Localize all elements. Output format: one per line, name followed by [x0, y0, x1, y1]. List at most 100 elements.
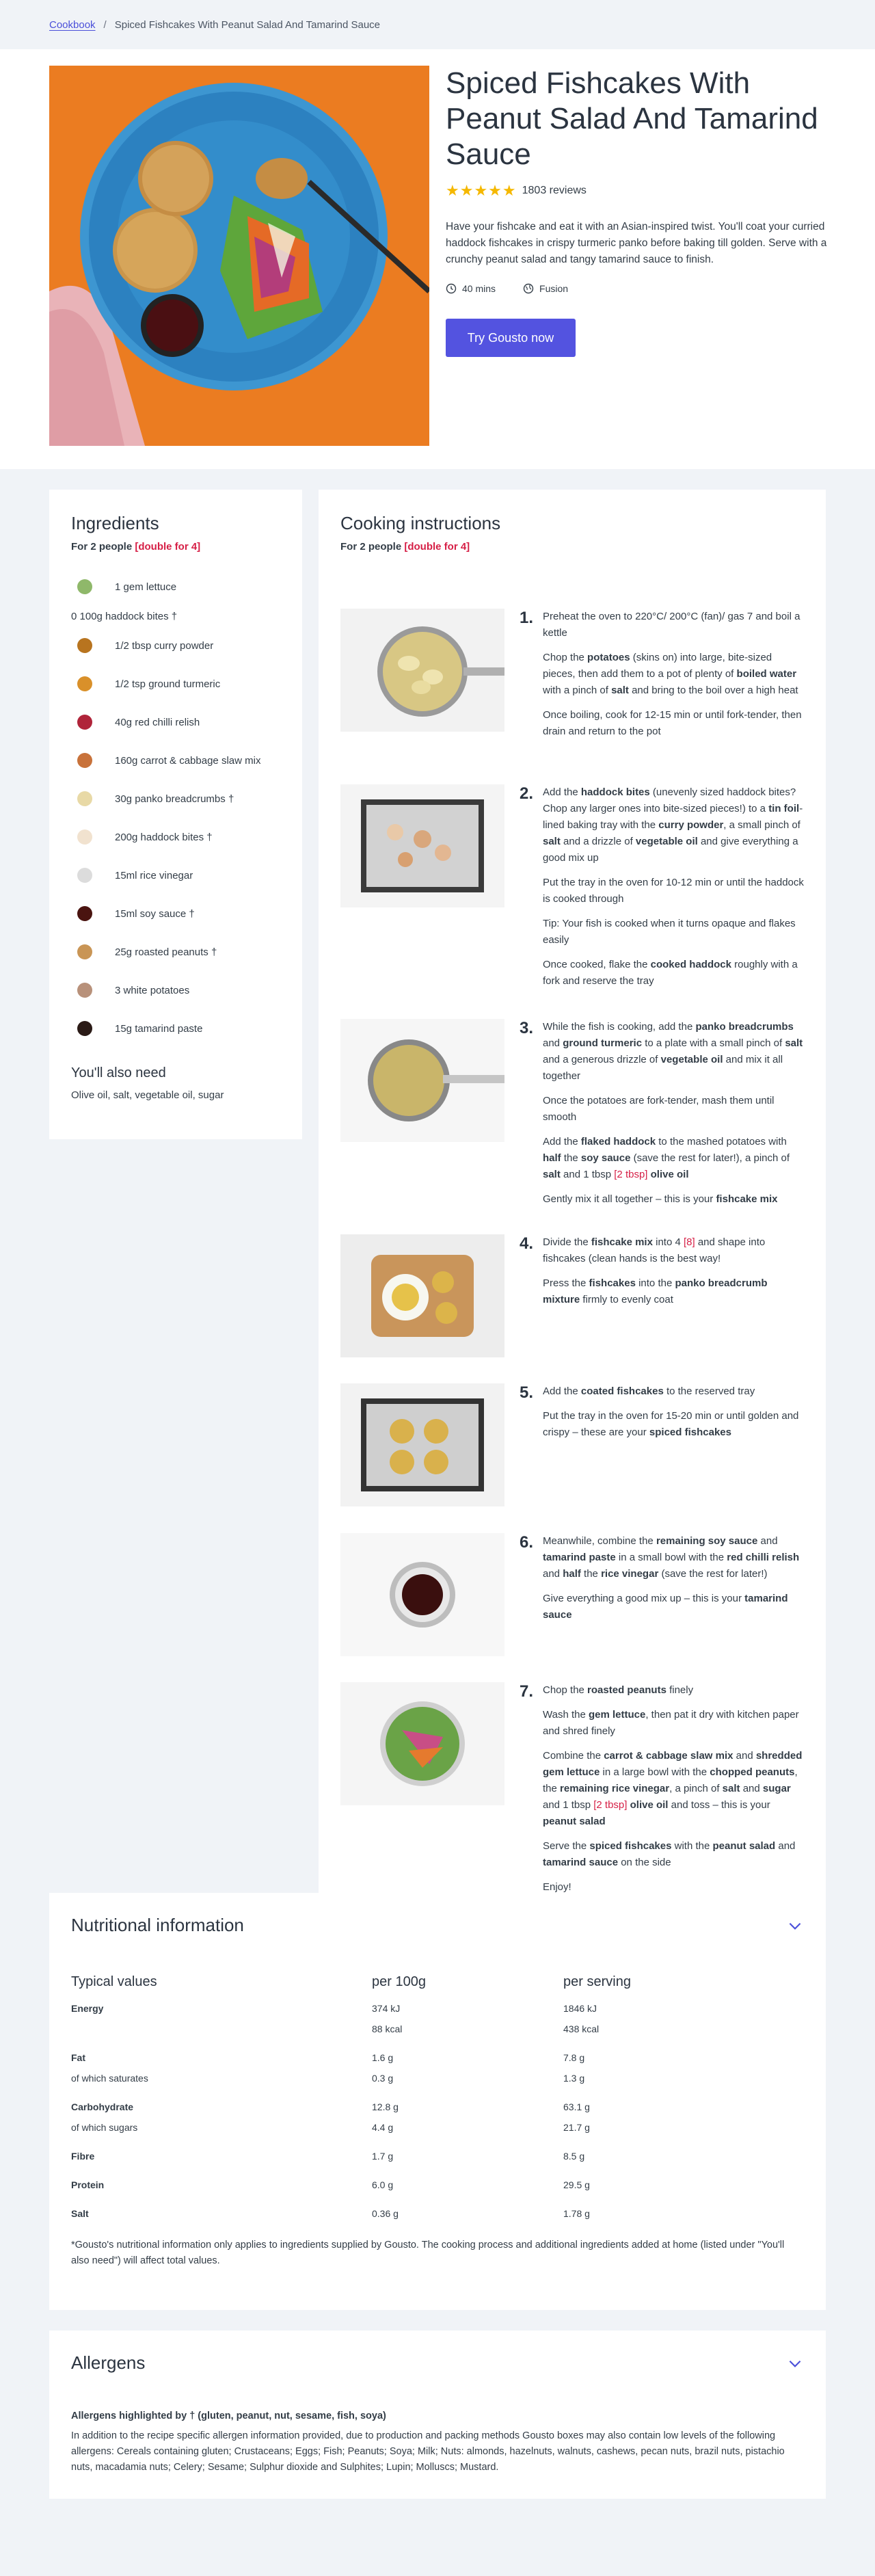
step-paragraph: Combine the carrot & cabbage slaw mix an…	[543, 1750, 803, 1827]
step-paragraph: Give everything a good mix up – this is …	[543, 1593, 788, 1621]
step-number: 2.	[520, 784, 534, 803]
allergens-header[interactable]: Allergens	[71, 2352, 804, 2374]
instructions-title: Cooking instructions	[340, 513, 501, 533]
ingredient-item: 30g panko breadcrumbs †	[71, 780, 280, 818]
cuisine-value: Fusion	[539, 283, 569, 294]
breadcrumb: Cookbook / Spiced Fishcakes With Peanut …	[0, 0, 875, 49]
try-gousto-button[interactable]: Try Gousto now	[446, 319, 576, 357]
fishcakes-tray-image	[340, 1383, 504, 1506]
nutrition-panel: Nutritional information Typical values p…	[49, 1893, 826, 2310]
recipe-hero: Spiced Fishcakes With Peanut Salad And T…	[0, 49, 875, 469]
nutrient-per-serving: 8.5 g	[563, 2151, 585, 2162]
breadcrumb-separator: /	[103, 18, 107, 31]
lettuce-icon	[71, 573, 98, 600]
ingredient-item: 1/2 tbsp curry powder	[71, 626, 280, 665]
nutrient-per-serving: 1.3 g	[563, 2073, 585, 2084]
nutrition-row: Protein 6.0 g 29.5 g	[71, 2175, 804, 2195]
col-per-100g: per 100g	[372, 1974, 426, 1989]
step-number: 1.	[520, 609, 534, 627]
step-text: Add the coated fishcakes to the reserved…	[543, 1383, 804, 1449]
allergens-panel: Allergens Allergens highlighted by † (gl…	[49, 2331, 826, 2499]
step-text: Divide the fishcake mix into 4 [8] and s…	[543, 1234, 804, 1316]
globe-icon	[523, 283, 534, 294]
recipe-meta: 40 mins Fusion	[446, 283, 829, 294]
nutrition-row: Fat 1.6 g 7.8 g	[71, 2047, 804, 2068]
step-number: 6.	[520, 1533, 534, 1552]
allergens-title: Allergens	[71, 2352, 146, 2373]
nutrition-row: of which saturates 0.3 g 1.3 g	[71, 2068, 804, 2088]
nutrition-row: Energy 374 kJ 1846 kJ	[71, 1998, 804, 2019]
nutrient-per-100g: 6.0 g	[372, 2179, 394, 2190]
step-paragraph: Once the potatoes are fork-tender, mash …	[543, 1095, 775, 1123]
allergens-highlight: Allergens highlighted by † (gluten, pean…	[71, 2411, 386, 2421]
nutrition-table: Typical values per 100g per serving Ener…	[71, 1974, 804, 2224]
ingredient-label: 25g roasted peanuts †	[115, 946, 217, 958]
nutrient-name: Protein	[71, 2179, 105, 2190]
servings-label: For 2 people	[340, 541, 402, 553]
soy-icon	[71, 900, 98, 927]
ingredient-label: 40g red chilli relish	[115, 716, 200, 728]
ingredient-label: 1/2 tsp ground turmeric	[115, 678, 221, 690]
ingredient-label: 0 100g haddock bites †	[71, 610, 178, 622]
col-per-serving: per serving	[563, 1974, 631, 1989]
breadcrumb-cookbook-link[interactable]: Cookbook	[49, 19, 96, 31]
recipe-rating[interactable]: ★★★★★ 1803 reviews	[446, 182, 829, 200]
instructions-servings: For 2 people [double for 4]	[340, 541, 804, 553]
nutrient-per-serving: 1.78 g	[563, 2208, 590, 2219]
step-paragraph: Add the flaked haddock to the mashed pot…	[543, 1136, 790, 1180]
ingredient-label: 160g carrot & cabbage slaw mix	[115, 754, 261, 767]
nutrient-per-100g: 0.3 g	[372, 2073, 394, 2084]
step-paragraph: Meanwhile, combine the remaining soy sau…	[543, 1535, 800, 1580]
chevron-down-icon[interactable]	[786, 2354, 804, 2372]
nutrient-per-100g: 374 kJ	[372, 2003, 401, 2014]
step-text: Add the haddock bites (unevenly sized ha…	[543, 784, 804, 998]
ingredients-title: Ingredients	[71, 513, 159, 533]
recipe-main: Ingredients For 2 people [double for 4] …	[0, 469, 875, 1902]
chevron-down-icon[interactable]	[786, 1917, 804, 1935]
ingredient-label: 15ml rice vinegar	[115, 869, 193, 881]
slaw-icon	[71, 747, 98, 774]
ingredient-item: 15ml soy sauce †	[71, 894, 280, 933]
nutrient-per-serving: 29.5 g	[563, 2179, 590, 2190]
nutrition-row: Fibre 1.7 g 8.5 g	[71, 2146, 804, 2166]
ingredient-label: 1/2 tbsp curry powder	[115, 639, 214, 652]
double-portion-link[interactable]: [double for 4]	[135, 541, 200, 553]
nutrition-row: 88 kcal 438 kcal	[71, 2019, 804, 2039]
step-paragraph: Preheat the oven to 220°C/ 200°C (fan)/ …	[543, 611, 800, 639]
step-paragraph: Wash the gem lettuce, then pat it dry wi…	[543, 1709, 799, 1737]
nutrient-per-100g: 88 kcal	[372, 2023, 403, 2034]
step-paragraph: Once cooked, flake the cooked haddock ro…	[543, 959, 798, 987]
step-paragraph: Press the fishcakes into the panko bread…	[543, 1277, 768, 1305]
ingredient-label: 200g haddock bites †	[115, 831, 213, 843]
ingredient-label: 1 gem lettuce	[115, 581, 177, 593]
double-portion-link[interactable]: [double for 4]	[404, 541, 470, 553]
ingredient-item: 1/2 tsp ground turmeric	[71, 665, 280, 703]
ingredient-item: 0 100g haddock bites †	[71, 606, 280, 626]
nutrient-per-serving: 21.7 g	[563, 2122, 590, 2133]
nutrient-per-100g: 1.7 g	[372, 2151, 394, 2162]
servings-label: For 2 people	[71, 541, 133, 553]
allergens-text: In addition to the recipe specific aller…	[71, 2430, 785, 2473]
step-number: 7.	[520, 1682, 534, 1701]
ingredient-item: 1 gem lettuce	[71, 568, 280, 606]
cook-time-value: 40 mins	[462, 283, 496, 294]
ingredient-label: 15g tamarind paste	[115, 1022, 203, 1035]
peanut-icon	[71, 938, 98, 966]
step-paragraph: Divide the fishcake mix into 4 [8] and s…	[543, 1236, 766, 1264]
step-paragraph: Once boiling, cook for 12-15 min or unti…	[543, 709, 802, 737]
rating-stars-icon: ★★★★★	[446, 182, 517, 199]
nutrition-title: Nutritional information	[71, 1915, 244, 1935]
nutrient-per-100g: 0.36 g	[372, 2208, 399, 2219]
potato-icon	[71, 977, 98, 1004]
shaping-fishcakes-image	[340, 1234, 504, 1357]
nutrition-header[interactable]: Nutritional information	[71, 1915, 804, 1936]
spice-icon	[71, 632, 98, 659]
step-paragraph: Chop the potatoes (skins on) into large,…	[543, 652, 798, 696]
nutrient-name: Energy	[71, 2003, 104, 2014]
ingredient-label: 30g panko breadcrumbs †	[115, 793, 234, 805]
col-typical-values: Typical values	[71, 1974, 157, 1989]
vinegar-icon	[71, 862, 98, 889]
nutrient-per-100g: 12.8 g	[372, 2101, 399, 2112]
haddock-tray-image	[340, 784, 504, 907]
nutrient-name	[71, 2019, 372, 2039]
